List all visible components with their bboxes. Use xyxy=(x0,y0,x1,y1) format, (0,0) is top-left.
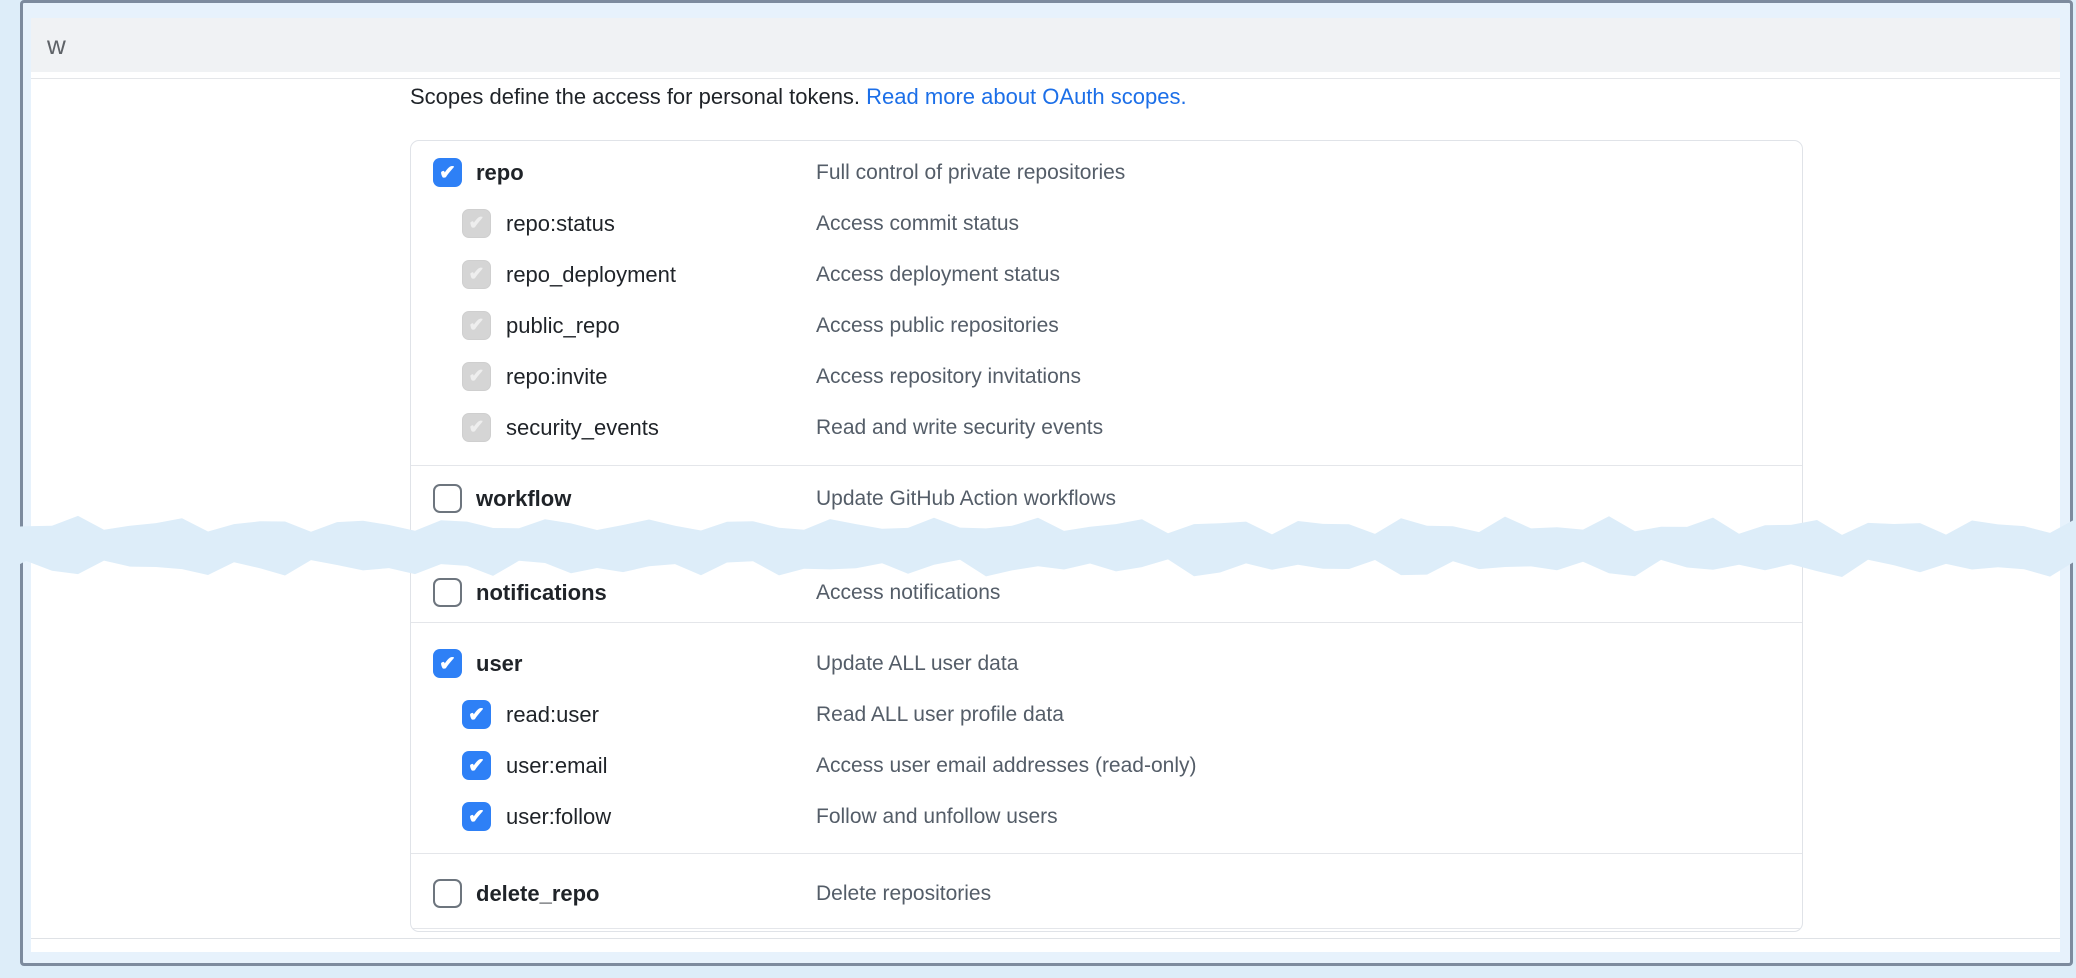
scope-label[interactable]: workflow xyxy=(476,486,571,512)
scope-checkbox[interactable]: ✔ xyxy=(462,700,491,729)
scope-label[interactable]: repo xyxy=(476,160,524,186)
scope-checkbox: ✔ xyxy=(462,362,491,391)
check-icon: ✔ xyxy=(469,316,485,335)
check-icon: ✔ xyxy=(469,367,485,386)
note-field[interactable]: w xyxy=(31,18,2060,72)
scope-label[interactable]: security_events xyxy=(506,415,659,441)
scope-checkbox[interactable] xyxy=(433,879,462,908)
scope-checkbox: ✔ xyxy=(462,413,491,442)
scope-checkbox[interactable]: ✔ xyxy=(433,158,462,187)
scope-row: ✔ read:user Read ALL user profile data xyxy=(411,689,1802,740)
panel-bottom-divider xyxy=(31,938,2060,939)
scope-description: Update GitHub Action workflows xyxy=(816,487,1116,511)
scope-row: notifications Access notifications xyxy=(411,567,1802,618)
page: w Scopes define the access for personal … xyxy=(0,0,2076,978)
scope-row: workflow Update GitHub Action workflows xyxy=(411,473,1802,524)
check-icon: ✔ xyxy=(469,265,485,284)
check-icon: ✔ xyxy=(439,163,456,183)
note-field-value: w xyxy=(47,30,66,60)
scope-checkbox: ✔ xyxy=(462,311,491,340)
scope-description: Access notifications xyxy=(816,581,1000,605)
scope-description: Follow and unfollow users xyxy=(816,805,1058,829)
scope-description: Read ALL user profile data xyxy=(816,703,1064,727)
scope-description: Access user email addresses (read-only) xyxy=(816,754,1196,778)
scope-group: workflow Update GitHub Action workflows xyxy=(411,466,1802,524)
scope-row: ✔ repo:invite Access repository invitation… xyxy=(411,351,1802,402)
scope-label[interactable]: repo_deployment xyxy=(506,262,676,288)
scope-description: Access commit status xyxy=(816,212,1019,236)
scope-checkbox[interactable] xyxy=(433,484,462,513)
scope-description: Access public repositories xyxy=(816,314,1059,338)
scope-checkbox: ✔ xyxy=(462,260,491,289)
scope-description: Access repository invitations xyxy=(816,365,1081,389)
scope-group: ✔ repo Full control of private repositorie… xyxy=(411,141,1802,466)
scope-description: Access deployment status xyxy=(816,263,1060,287)
scope-description: Read and write security events xyxy=(816,416,1103,440)
scope-label[interactable]: user xyxy=(476,651,522,677)
scope-row: ✔ repo:status Access commit status xyxy=(411,198,1802,249)
scope-label[interactable]: delete_repo xyxy=(476,881,600,907)
scope-group: ✔ user Update ALL user data ✔ read:user Read … xyxy=(411,623,1802,854)
check-icon: ✔ xyxy=(469,214,485,233)
scope-row: ✔ repo_deployment Access deployment status xyxy=(411,249,1802,300)
scope-checkbox[interactable]: ✔ xyxy=(462,751,491,780)
scope-group: notifications Access notifications xyxy=(411,567,1802,623)
scope-description: Delete repositories xyxy=(816,882,991,906)
scope-checkbox[interactable] xyxy=(433,578,462,607)
scope-row: delete_repo Delete repositories xyxy=(411,868,1802,919)
oauth-scopes-link[interactable]: Read more about OAuth scopes. xyxy=(866,84,1186,109)
scope-description: Update ALL user data xyxy=(816,652,1018,676)
scope-description: Full control of private repositories xyxy=(816,161,1125,185)
scope-row: ✔ user:follow Follow and unfollow users xyxy=(411,791,1802,842)
check-icon: ✔ xyxy=(439,654,456,674)
scope-row: ✔ security_events Read and write security … xyxy=(411,402,1802,453)
scope-checkbox[interactable]: ✔ xyxy=(462,802,491,831)
header-divider xyxy=(31,78,2060,79)
scope-label[interactable]: notifications xyxy=(476,580,607,606)
scope-label[interactable]: public_repo xyxy=(506,313,620,339)
scope-label[interactable]: user:follow xyxy=(506,804,611,830)
scope-row: ✔ user:email Access user email addresses (… xyxy=(411,740,1802,791)
scope-row: ✔ repo Full control of private repositorie… xyxy=(411,147,1802,198)
scopes-intro: Scopes define the access for personal to… xyxy=(410,84,1187,110)
check-icon: ✔ xyxy=(468,756,485,776)
scope-label[interactable]: read:user xyxy=(506,702,599,728)
scope-group: delete_repo Delete repositories xyxy=(411,854,1802,929)
scope-label[interactable]: repo:invite xyxy=(506,364,608,390)
scope-label[interactable]: repo:status xyxy=(506,211,615,237)
check-icon: ✔ xyxy=(468,705,485,725)
intro-text: Scopes define the access for personal to… xyxy=(410,84,860,109)
scope-row: ✔ public_repo Access public repositories xyxy=(411,300,1802,351)
check-icon: ✔ xyxy=(469,418,485,437)
scope-label[interactable]: user:email xyxy=(506,753,607,779)
check-icon: ✔ xyxy=(468,807,485,827)
scope-checkbox[interactable]: ✔ xyxy=(433,649,462,678)
scope-row: ✔ user Update ALL user data xyxy=(411,638,1802,689)
scope-checkbox: ✔ xyxy=(462,209,491,238)
